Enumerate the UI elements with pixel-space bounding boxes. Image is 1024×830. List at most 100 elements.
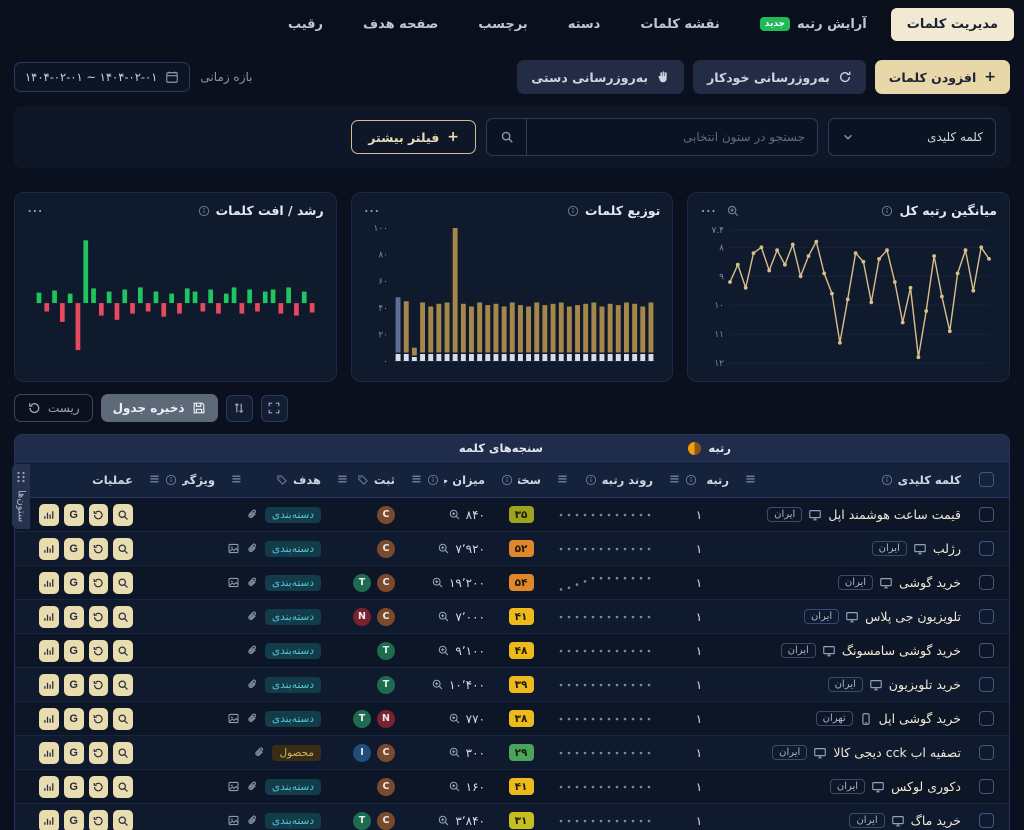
zoom-icon[interactable] bbox=[448, 780, 461, 793]
history-action-button[interactable] bbox=[89, 674, 109, 696]
google-action-button[interactable]: G bbox=[64, 674, 84, 696]
search-action-button[interactable] bbox=[113, 674, 133, 696]
column-header-keyword[interactable]: کلمه کلیدی≡ bbox=[737, 472, 969, 487]
search-action-button[interactable] bbox=[113, 606, 133, 628]
search-action-button[interactable] bbox=[113, 742, 133, 764]
report-action-button[interactable] bbox=[39, 606, 59, 628]
keyword-text[interactable]: تصفیه اب cck دیجی کالا bbox=[833, 745, 961, 760]
zoom-icon[interactable] bbox=[437, 542, 450, 555]
report-action-button[interactable] bbox=[39, 504, 59, 526]
search-action-button[interactable] bbox=[113, 708, 133, 730]
column-menu-icon[interactable]: ≡ bbox=[557, 472, 568, 487]
report-action-button[interactable] bbox=[39, 742, 59, 764]
more-menu-icon[interactable]: ⋯ bbox=[700, 207, 717, 215]
keyword-text[interactable]: قیمت ساعت هوشمند اپل bbox=[828, 507, 961, 522]
keyword-text[interactable]: تلویزیون جی پلاس bbox=[865, 609, 961, 624]
tab-words-management[interactable]: مدیریت کلمات bbox=[891, 8, 1014, 41]
date-range-picker[interactable]: ۱۴۰۴-۰۲-۰۱ ~ ۱۴۰۴-۰۲-۰۱ bbox=[14, 62, 190, 92]
column-select[interactable]: کلمه کلیدی bbox=[828, 118, 996, 156]
report-action-button[interactable] bbox=[39, 810, 59, 830]
columns-panel-tab[interactable]: ستون‌ها bbox=[12, 464, 30, 529]
column-header-rank[interactable]: رتبه فعلی≡ bbox=[661, 472, 737, 487]
search-action-button[interactable] bbox=[113, 810, 133, 830]
report-action-button[interactable] bbox=[39, 538, 59, 560]
report-action-button[interactable] bbox=[39, 708, 59, 730]
row-checkbox[interactable] bbox=[979, 677, 994, 692]
history-action-button[interactable] bbox=[89, 742, 109, 764]
row-checkbox[interactable] bbox=[979, 507, 994, 522]
row-checkbox[interactable] bbox=[979, 745, 994, 760]
history-action-button[interactable] bbox=[89, 504, 109, 526]
google-action-button[interactable]: G bbox=[64, 606, 84, 628]
column-menu-icon[interactable]: ≡ bbox=[337, 472, 348, 487]
keyword-text[interactable]: خرید گوشی bbox=[899, 575, 961, 590]
tab-category[interactable]: دسته bbox=[552, 8, 617, 41]
search-input[interactable] bbox=[527, 119, 817, 155]
history-action-button[interactable] bbox=[89, 810, 109, 830]
manual-update-button[interactable]: به‌روزرسانی دستی bbox=[517, 60, 684, 94]
column-header-volume[interactable]: میزان جستجو≡ bbox=[403, 472, 493, 487]
zoom-icon[interactable] bbox=[431, 576, 444, 589]
row-checkbox[interactable] bbox=[979, 711, 994, 726]
zoom-icon[interactable] bbox=[437, 610, 450, 623]
row-checkbox[interactable] bbox=[979, 575, 994, 590]
fullscreen-button[interactable] bbox=[261, 395, 288, 422]
row-checkbox[interactable] bbox=[979, 541, 994, 556]
zoom-icon[interactable] bbox=[726, 204, 740, 218]
keyword-text[interactable]: رژلب bbox=[933, 541, 961, 556]
search-action-button[interactable] bbox=[113, 776, 133, 798]
history-action-button[interactable] bbox=[89, 606, 109, 628]
more-filters-button[interactable]: + فیلتر بیشتر bbox=[351, 120, 476, 154]
column-header-target[interactable]: هدف≡ bbox=[223, 472, 329, 487]
history-action-button[interactable] bbox=[89, 776, 109, 798]
google-action-button[interactable]: G bbox=[64, 572, 84, 594]
row-checkbox[interactable] bbox=[979, 609, 994, 624]
history-action-button[interactable] bbox=[89, 708, 109, 730]
tab-competitor[interactable]: رقیب bbox=[272, 8, 339, 41]
report-action-button[interactable] bbox=[39, 674, 59, 696]
google-action-button[interactable]: G bbox=[64, 776, 84, 798]
search-button[interactable] bbox=[487, 119, 527, 155]
row-checkbox[interactable] bbox=[979, 813, 994, 828]
keyword-text[interactable]: دکوری لوکس bbox=[891, 779, 961, 794]
column-menu-icon[interactable]: ≡ bbox=[411, 472, 422, 487]
zoom-icon[interactable] bbox=[437, 644, 450, 657]
row-height-button[interactable] bbox=[226, 395, 253, 422]
search-action-button[interactable] bbox=[113, 504, 133, 526]
zoom-icon[interactable] bbox=[448, 746, 461, 759]
zoom-icon[interactable] bbox=[431, 678, 444, 691]
column-header-features[interactable]: ویژگی نتایج≡ bbox=[141, 472, 223, 487]
zoom-icon[interactable] bbox=[448, 712, 461, 725]
save-table-button[interactable]: ذخیره جدول bbox=[101, 394, 218, 422]
auto-update-button[interactable]: به‌روزرسانی خودکار bbox=[693, 60, 866, 94]
google-action-button[interactable]: G bbox=[64, 810, 84, 830]
select-all-checkbox[interactable] bbox=[979, 472, 994, 487]
column-header-difficulty[interactable]: سختی bbox=[493, 473, 549, 487]
column-header-sabt[interactable]: ثبت≡ bbox=[329, 472, 403, 487]
search-action-button[interactable] bbox=[113, 572, 133, 594]
column-menu-icon[interactable]: ≡ bbox=[149, 472, 160, 487]
google-action-button[interactable]: G bbox=[64, 708, 84, 730]
search-action-button[interactable] bbox=[113, 640, 133, 662]
reset-button[interactable]: ریست bbox=[14, 394, 93, 422]
search-action-button[interactable] bbox=[113, 538, 133, 560]
more-menu-icon[interactable]: ⋯ bbox=[27, 207, 44, 215]
column-header-ops[interactable]: عملیات bbox=[31, 473, 141, 487]
keyword-text[interactable]: خرید گوشی اپل bbox=[879, 711, 961, 726]
report-action-button[interactable] bbox=[39, 572, 59, 594]
tab-target-page[interactable]: صفحه هدف bbox=[347, 8, 454, 41]
column-menu-icon[interactable]: ≡ bbox=[745, 472, 756, 487]
history-action-button[interactable] bbox=[89, 572, 109, 594]
zoom-icon[interactable] bbox=[448, 508, 461, 521]
row-checkbox[interactable] bbox=[979, 643, 994, 658]
column-header-trend[interactable]: روند رتبه≡ bbox=[549, 472, 661, 487]
column-menu-icon[interactable]: ≡ bbox=[669, 472, 680, 487]
more-menu-icon[interactable]: ⋯ bbox=[364, 207, 381, 215]
report-action-button[interactable] bbox=[39, 640, 59, 662]
google-action-button[interactable]: G bbox=[64, 742, 84, 764]
tab-words-map[interactable]: نقشه کلمات bbox=[624, 8, 735, 41]
google-action-button[interactable]: G bbox=[64, 504, 84, 526]
keyword-text[interactable]: خرید گوشی سامسونگ bbox=[842, 643, 961, 658]
column-menu-icon[interactable]: ≡ bbox=[231, 472, 242, 487]
report-action-button[interactable] bbox=[39, 776, 59, 798]
